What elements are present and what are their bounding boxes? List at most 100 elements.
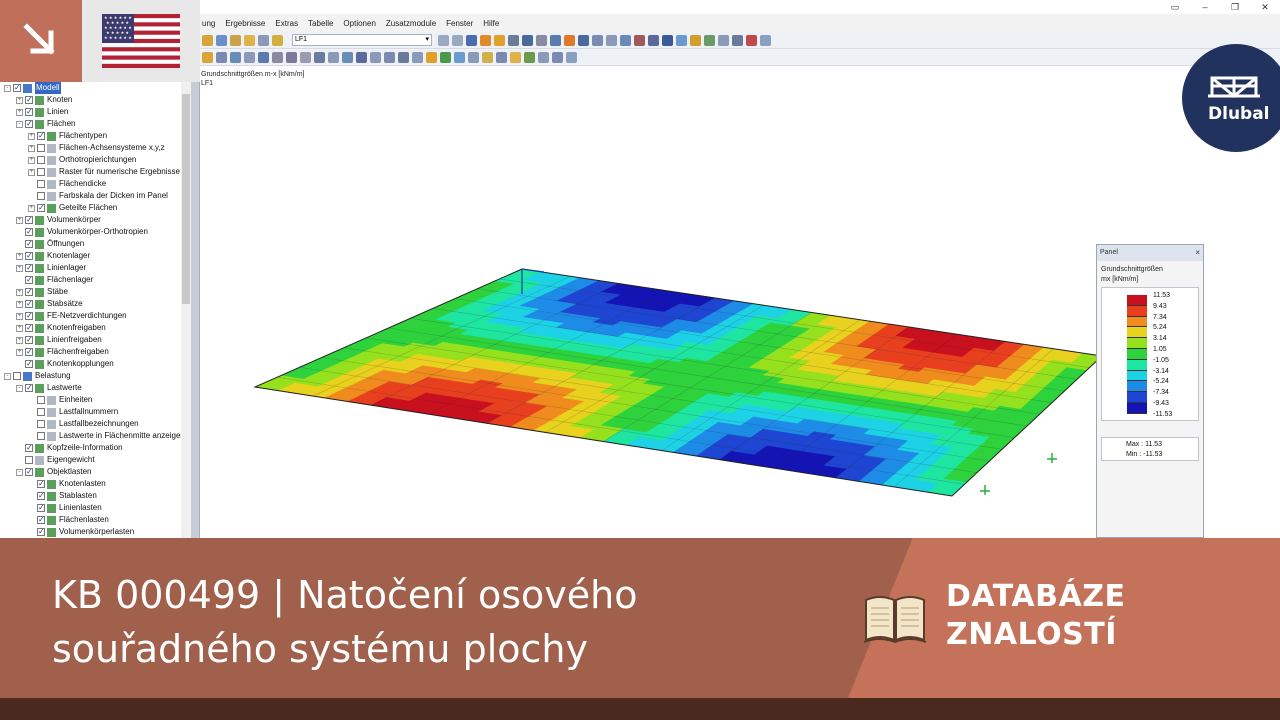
color-scale[interactable]: [1127, 295, 1147, 414]
deformation-icon[interactable]: [508, 34, 519, 46]
support-icon[interactable]: [606, 34, 617, 46]
visibility-checkbox[interactable]: [25, 358, 33, 370]
navigator-item[interactable]: - Flächen: [4, 118, 185, 130]
line-tool-icon[interactable]: [244, 51, 255, 63]
display-icon[interactable]: [510, 51, 521, 63]
navigator-splitter[interactable]: [191, 82, 199, 538]
visibility-checkbox[interactable]: [37, 408, 45, 416]
comment-icon[interactable]: [496, 51, 507, 63]
navigator-item[interactable]: + Linienfreigaben: [4, 334, 185, 346]
navigator-item[interactable]: Stablasten: [4, 490, 185, 502]
navigator-item[interactable]: + Knoten: [4, 94, 185, 106]
results-icon[interactable]: [258, 34, 269, 46]
visibility-checkbox[interactable]: [37, 180, 45, 188]
navigator-item[interactable]: Kopfzeile-Information: [4, 442, 185, 454]
node-tool-icon[interactable]: [230, 51, 241, 63]
menu-item-tabelle[interactable]: Tabelle: [308, 19, 333, 28]
navigator-item[interactable]: Lastfallnummern: [4, 406, 185, 418]
navigator-item[interactable]: + Linien: [4, 106, 185, 118]
loadcase-select[interactable]: LF1: [292, 34, 432, 46]
navigator-item[interactable]: Knotenkopplungen: [4, 358, 185, 370]
navigator-item[interactable]: Flächenlager: [4, 274, 185, 286]
expand-icon[interactable]: +: [28, 204, 35, 212]
copy-icon[interactable]: [314, 51, 325, 63]
expand-icon[interactable]: +: [28, 156, 35, 164]
close-icon[interactable]: ✕: [1250, 0, 1280, 14]
collapse-icon[interactable]: -: [4, 372, 11, 380]
expand-icon[interactable]: +: [16, 264, 23, 272]
section-icon[interactable]: [522, 34, 533, 46]
restore-layout-icon[interactable]: ▭: [1160, 0, 1190, 14]
expand-icon[interactable]: +: [28, 168, 35, 176]
navigator-item[interactable]: Öffnungen: [4, 238, 185, 250]
navigator-item[interactable]: + FE-Netzverdichtungen: [4, 310, 185, 322]
navigator-item[interactable]: Lastfallbezeichnungen: [4, 418, 185, 430]
expand-icon[interactable]: +: [28, 132, 35, 140]
divide-icon[interactable]: [384, 51, 395, 63]
navigator-item[interactable]: + Stabsätze: [4, 298, 185, 310]
show-values-icon[interactable]: [494, 34, 505, 46]
member-icon[interactable]: [592, 34, 603, 46]
snap-icon[interactable]: [676, 34, 687, 46]
zoom-icon[interactable]: [732, 34, 743, 46]
menu-item-ansicht[interactable]: ung: [202, 19, 215, 28]
expand-icon[interactable]: +: [16, 288, 23, 296]
visibility-checkbox[interactable]: [25, 322, 33, 334]
extrude-icon[interactable]: [412, 51, 423, 63]
visibility-checkbox[interactable]: [25, 94, 33, 106]
visibility-checkbox[interactable]: [13, 372, 21, 380]
navigator-item[interactable]: + Flächenfreigaben: [4, 346, 185, 358]
collapse-icon[interactable]: -: [16, 384, 23, 392]
measure-icon[interactable]: [662, 34, 673, 46]
navigator-item[interactable]: Flächenlasten: [4, 514, 185, 526]
loadcase-icon[interactable]: [272, 34, 283, 46]
next-loadcase-icon[interactable]: [452, 34, 463, 46]
minimize-icon[interactable]: –: [1190, 0, 1220, 14]
expand-icon[interactable]: +: [16, 96, 23, 104]
grid-tool-icon[interactable]: [468, 51, 479, 63]
arrange-icon[interactable]: [552, 51, 563, 63]
visibility-checkbox[interactable]: [37, 144, 45, 152]
visibility-checkbox[interactable]: [25, 456, 33, 464]
expand-icon[interactable]: +: [16, 312, 23, 320]
print-icon[interactable]: [230, 34, 241, 46]
solid-icon[interactable]: [578, 34, 589, 46]
visibility-icon[interactable]: [566, 51, 577, 63]
support-tool-icon[interactable]: [440, 51, 451, 63]
visibility-checkbox[interactable]: [37, 168, 45, 176]
visibility-checkbox[interactable]: [25, 334, 33, 346]
navigator-item[interactable]: + Flächentypen: [4, 130, 185, 142]
menu-item-fenster[interactable]: Fenster: [446, 19, 473, 28]
visibility-checkbox[interactable]: [25, 466, 33, 478]
calculate-icon[interactable]: [466, 34, 477, 46]
visibility-checkbox[interactable]: [37, 490, 45, 502]
visibility-checkbox[interactable]: [37, 432, 45, 440]
expand-icon[interactable]: +: [16, 300, 23, 308]
visibility-checkbox[interactable]: [25, 298, 33, 310]
visibility-checkbox[interactable]: [25, 262, 33, 274]
navigator-scroll-thumb[interactable]: [182, 94, 190, 304]
menu-item-zusatzmodule[interactable]: Zusatzmodule: [386, 19, 436, 28]
pin-icon[interactable]: [746, 34, 757, 46]
collapse-icon[interactable]: -: [16, 468, 23, 476]
maximize-icon[interactable]: ❐: [1220, 0, 1250, 14]
visibility-checkbox[interactable]: [37, 514, 45, 526]
navigator-item[interactable]: Knotenlasten: [4, 478, 185, 490]
collapse-icon[interactable]: -: [4, 84, 11, 92]
visibility-checkbox[interactable]: [25, 274, 33, 286]
menu-item-optionen[interactable]: Optionen: [343, 19, 375, 28]
visibility-checkbox[interactable]: [37, 192, 45, 200]
expand-icon[interactable]: +: [16, 216, 23, 224]
surface-tool-icon[interactable]: [272, 51, 283, 63]
member-tool-icon[interactable]: [258, 51, 269, 63]
expand-icon[interactable]: +: [16, 252, 23, 260]
panel-close-icon[interactable]: ×: [1195, 245, 1200, 261]
move-icon[interactable]: [328, 51, 339, 63]
navigator-item[interactable]: Volumenkörper-Orthotropien: [4, 226, 185, 238]
visibility-checkbox[interactable]: [13, 82, 21, 94]
results-on-icon[interactable]: [480, 34, 491, 46]
visibility-checkbox[interactable]: [25, 382, 33, 394]
visibility-checkbox[interactable]: [37, 420, 45, 428]
new-model-icon[interactable]: [202, 51, 213, 63]
model-data-icon[interactable]: [216, 51, 227, 63]
